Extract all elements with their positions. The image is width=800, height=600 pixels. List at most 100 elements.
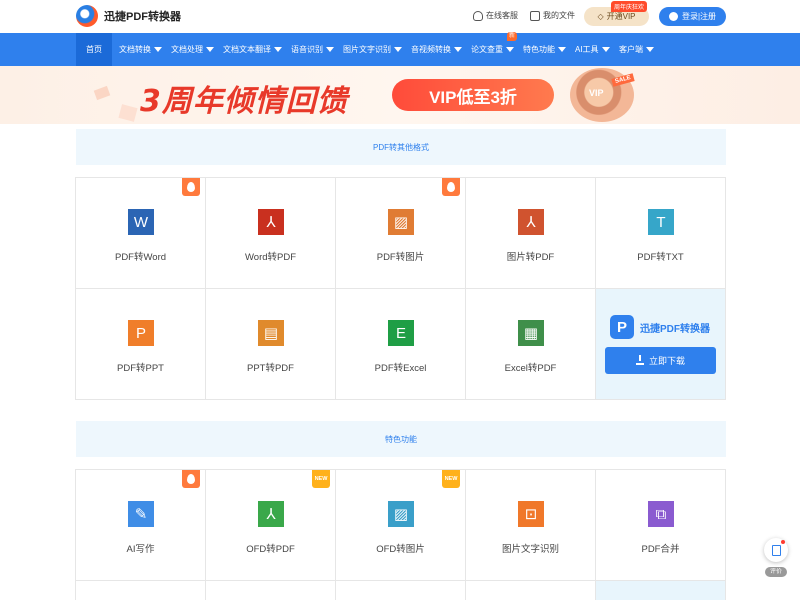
logo-text: 迅捷PDF转换器: [104, 11, 181, 23]
tool-label: PDF转PPT: [117, 363, 164, 374]
tool-card-partial[interactable]: [76, 581, 206, 600]
caret-down-icon: [394, 47, 402, 53]
section-title: PDF转其他格式: [373, 142, 429, 152]
nav-item-label: 文档处理: [171, 45, 203, 54]
tool-label: Word转PDF: [244, 252, 297, 263]
nav-item-doc-convert[interactable]: 文档转换: [119, 33, 162, 66]
nav-item-client[interactable]: 客户端: [619, 33, 654, 66]
tool-label: PDF转TXT: [637, 252, 684, 263]
notification-dot: [781, 540, 785, 544]
download-promo-card: P 迅捷PDF转换器 立即下载: [596, 289, 726, 400]
ai-write-icon: ✎: [128, 501, 154, 527]
tool-card-ai-write[interactable]: ✎ AI写作: [76, 470, 206, 581]
tool-label: OFD转图片: [376, 544, 425, 555]
flame-icon: [187, 182, 195, 192]
pdf-icon: ⅄: [258, 209, 284, 235]
caret-down-icon: [154, 47, 162, 53]
promo-app-name: 迅捷PDF转换器: [640, 323, 710, 335]
decoration: [93, 85, 111, 101]
tool-card-pdf-to-txt[interactable]: T PDF转TXT: [596, 178, 726, 289]
tool-card-pdf-to-excel[interactable]: E PDF转Excel: [336, 289, 466, 400]
nav-item-label: 图片文字识别: [343, 45, 391, 54]
main-nav: 首页 文档转换 文档处理 文档文本翻译 语音识别 图片文字识别 音视频转换 论文…: [0, 32, 800, 66]
tool-card-ofd-to-pdf[interactable]: NEW ⅄ OFD转PDF: [206, 470, 336, 581]
tool-card-pdf-to-ppt[interactable]: P PDF转PPT: [76, 289, 206, 400]
hot-badge: [182, 178, 200, 196]
nav-item-label: AI工具: [575, 45, 599, 54]
download-now-button[interactable]: 立即下载: [605, 347, 716, 374]
tool-card-word-to-pdf[interactable]: ⅄ Word转PDF: [206, 178, 336, 289]
my-files-link[interactable]: 我的文件: [530, 10, 575, 21]
pdf-doc-icon: ⅄: [518, 209, 544, 235]
caret-down-icon: [274, 47, 282, 53]
ofd-pdf-icon: ⅄: [258, 501, 284, 527]
hot-badge: [442, 178, 460, 196]
tool-card-pdf-merge[interactable]: ⧉ PDF合并: [596, 470, 726, 581]
tool-card-pdf-to-image[interactable]: ▨ PDF转图片: [336, 178, 466, 289]
tool-label: PDF转图片: [376, 252, 425, 263]
tool-label: PDF转Excel: [374, 363, 427, 374]
nav-item-label: 客户端: [619, 45, 643, 54]
login-register-button[interactable]: 登录|注册: [659, 7, 726, 26]
anniversary-tag: 周年庆狂欢: [611, 1, 648, 12]
diamond-icon: ◇: [597, 12, 604, 21]
tool-label: PPT转PDF: [247, 363, 294, 374]
caret-down-icon: [506, 47, 514, 53]
section-header-features: 特色功能: [76, 421, 726, 457]
caret-down-icon: [326, 47, 334, 53]
tool-card-partial[interactable]: [336, 581, 466, 600]
nav-item-media[interactable]: 音视频转换: [411, 33, 462, 66]
word-icon: W: [128, 209, 154, 235]
tool-card-ofd-to-image[interactable]: NEW ▨ OFD转图片: [336, 470, 466, 581]
tool-label: PDF合并: [641, 544, 680, 555]
app-logo-icon: P: [610, 315, 634, 339]
decoration: [118, 104, 138, 122]
nav-item-ai-tools[interactable]: AI工具: [575, 33, 610, 66]
txt-icon: T: [648, 209, 674, 235]
flame-icon: [187, 474, 195, 484]
nav-item-home[interactable]: 首页: [76, 33, 112, 66]
nav-item-plagiarism[interactable]: 论文查重新: [471, 32, 518, 66]
caret-down-icon: [454, 47, 462, 53]
feedback-label: 评价: [765, 567, 787, 577]
nav-item-doc-process[interactable]: 文档处理: [171, 33, 214, 66]
online-service-link[interactable]: 在线客服: [473, 10, 518, 21]
tool-label: 图片文字识别: [501, 544, 559, 555]
ocr-icon: ⊡: [518, 501, 544, 527]
ofd-image-icon: ▨: [388, 501, 414, 527]
my-files-label: 我的文件: [543, 11, 575, 20]
tool-card-partial[interactable]: [206, 581, 336, 600]
promo-logo: P 迅捷PDF转换器: [610, 315, 710, 339]
banner-discount-pill: VIP低至3折: [392, 79, 554, 111]
nav-item-speech[interactable]: 语音识别: [291, 33, 334, 66]
file-icon: [530, 10, 540, 21]
nav-item-label: 音视频转换: [411, 45, 451, 54]
tool-label: PDF转Word: [114, 252, 167, 263]
caret-down-icon: [206, 47, 214, 53]
tool-card-image-to-pdf[interactable]: ⅄ 图片转PDF: [466, 178, 596, 289]
online-service-label: 在线客服: [486, 11, 518, 20]
tool-card-ppt-to-pdf[interactable]: ▤ PPT转PDF: [206, 289, 336, 400]
promo-banner[interactable]: 3周年倾情回馈 VIP低至3折 VIP SALE: [0, 66, 800, 124]
ppt-icon: P: [128, 320, 154, 346]
merge-icon: ⧉: [648, 501, 674, 527]
nav-new-badge: 新: [507, 32, 518, 41]
tool-label: 图片转PDF: [506, 252, 555, 263]
tool-card-partial[interactable]: [596, 581, 726, 600]
nav-item-ocr[interactable]: 图片文字识别: [343, 33, 402, 66]
tool-card-partial[interactable]: [466, 581, 596, 600]
top-header: 迅捷PDF转换器 在线客服 我的文件 ◇ 开通VIP 周年庆狂欢 登录|注册: [0, 0, 800, 33]
headset-icon: [473, 10, 483, 21]
nav-item-translate[interactable]: 文档文本翻译: [223, 33, 282, 66]
download-icon: [635, 354, 644, 365]
site-logo[interactable]: 迅捷PDF转换器: [76, 5, 181, 27]
new-badge: NEW: [442, 470, 460, 488]
tool-label: OFD转PDF: [246, 544, 295, 555]
tool-card-excel-to-pdf[interactable]: ▦ Excel转PDF: [466, 289, 596, 400]
tool-grid-features: ✎ AI写作 NEW ⅄ OFD转PDF NEW ▨ OFD转图片 ⊡ 图片文字…: [75, 469, 726, 600]
logo-icon: [76, 5, 98, 27]
tool-card-pdf-to-word[interactable]: W PDF转Word: [76, 178, 206, 289]
tool-grid-pdf-convert: W PDF转Word ⅄ Word转PDF ▨ PDF转图片 ⅄ 图片转PDF …: [75, 177, 726, 400]
tool-card-image-ocr[interactable]: ⊡ 图片文字识别: [466, 470, 596, 581]
nav-item-features[interactable]: 特色功能: [523, 33, 566, 66]
